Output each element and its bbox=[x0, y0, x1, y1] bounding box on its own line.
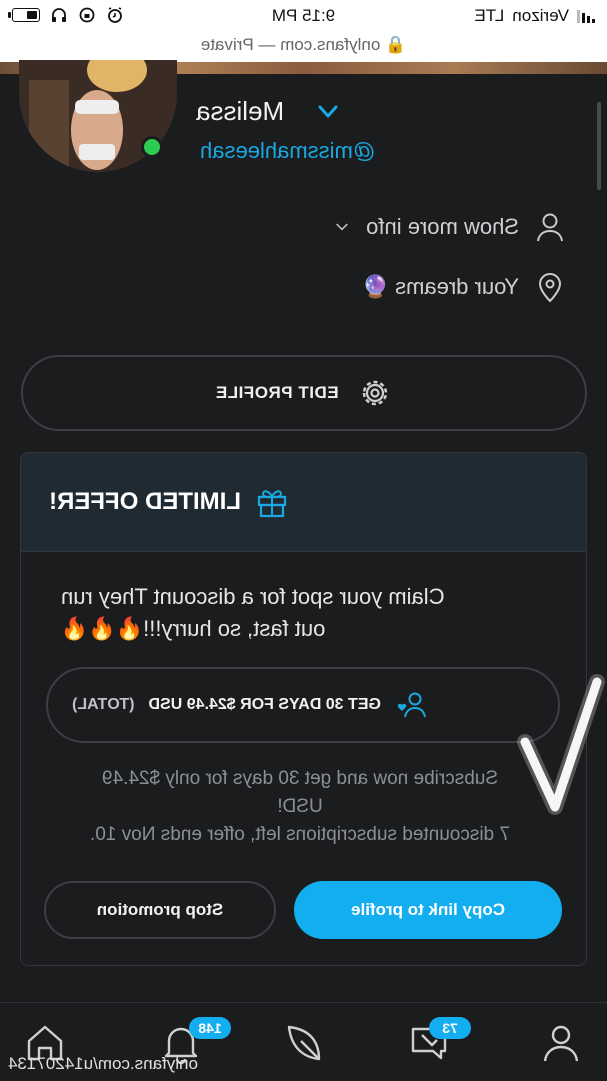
profile-icon bbox=[543, 1025, 579, 1062]
url-bar[interactable]: 🔒 onlyfans.com — Private bbox=[0, 32, 607, 62]
stop-promotion-button[interactable]: Stop promotion bbox=[44, 881, 276, 939]
user-icon bbox=[537, 213, 563, 242]
location-pin-icon bbox=[538, 273, 562, 303]
subscribe-offer-button[interactable]: GET 30 DAYS FOR $24.49 USD (TOTAL) bbox=[46, 667, 560, 743]
subscribe-offer-label: GET 30 DAYS FOR $24.49 USD bbox=[148, 696, 381, 713]
hand-drawn-arrow bbox=[517, 674, 605, 815]
edit-profile-button[interactable]: EDIT PROFILE bbox=[21, 355, 587, 431]
offer-terms: Subscribe now and get 30 days for only $… bbox=[50, 765, 550, 849]
messages-badge: 73 bbox=[429, 1017, 471, 1039]
status-icons bbox=[12, 6, 124, 24]
offer-terms-line2: USD! bbox=[277, 796, 323, 817]
show-more-label: Show more info bbox=[366, 214, 519, 239]
offer-terms-line1: Subscribe now and get 30 days for only $… bbox=[101, 768, 499, 789]
stop-promotion-label: Stop promotion bbox=[96, 900, 224, 919]
nav-messages[interactable]: 73 bbox=[407, 1017, 471, 1065]
alarm-icon bbox=[108, 7, 122, 23]
limited-offer-card: LIMITED OFFER! Claim your spot for a dis… bbox=[20, 452, 587, 966]
nav-add-post[interactable] bbox=[283, 1021, 327, 1065]
link-preview-url: onlyfans.com/u14207134 bbox=[8, 1054, 198, 1073]
offer-description-line1: Claim your spot for a discount They run bbox=[61, 584, 445, 609]
online-status-dot bbox=[141, 136, 163, 158]
offer-terms-line3: 7 discounted subscriptions left, offer e… bbox=[90, 824, 511, 845]
gear-icon bbox=[362, 380, 387, 406]
nav-profile[interactable] bbox=[539, 1021, 583, 1065]
profile-name: Melissa bbox=[196, 96, 285, 126]
leaf-icon bbox=[287, 1025, 321, 1061]
subscribe-offer-suffix: (TOTAL) bbox=[72, 696, 135, 713]
profile-handle[interactable]: @missmahleesah bbox=[200, 138, 375, 164]
edit-profile-label: EDIT PROFILE bbox=[215, 383, 339, 402]
status-bar: Verizon LTE 9:15 PM bbox=[0, 0, 607, 32]
notifications-badge: 148 bbox=[189, 1017, 231, 1039]
show-more-info[interactable]: Show more info bbox=[332, 210, 567, 244]
scrollbar[interactable] bbox=[597, 102, 601, 190]
offer-description-line2: out fast, so hurry!!!🔥🔥🔥 bbox=[61, 616, 326, 641]
offer-description: Claim your spot for a discount They run … bbox=[61, 581, 561, 645]
user-heart-icon bbox=[397, 692, 426, 718]
copy-link-label: Copy link to profile bbox=[351, 900, 505, 919]
gift-icon bbox=[257, 490, 287, 518]
copy-link-button[interactable]: Copy link to profile bbox=[294, 881, 562, 939]
battery-icon bbox=[12, 8, 40, 22]
location-text: Your dreams 🔮 bbox=[361, 274, 519, 299]
rotation-lock-icon bbox=[79, 7, 95, 23]
location-row: Your dreams 🔮 bbox=[362, 270, 567, 304]
chevron-down-icon bbox=[336, 223, 348, 231]
verified-icon bbox=[318, 105, 338, 118]
offer-title: LIMITED OFFER! bbox=[49, 488, 241, 515]
url-text: onlyfans.com — Private bbox=[200, 35, 381, 54]
offer-header: LIMITED OFFER! bbox=[21, 453, 586, 552]
clock: 9:15 PM bbox=[271, 6, 336, 25]
lock-icon: 🔒 bbox=[380, 35, 407, 54]
headphones-icon bbox=[52, 8, 66, 22]
